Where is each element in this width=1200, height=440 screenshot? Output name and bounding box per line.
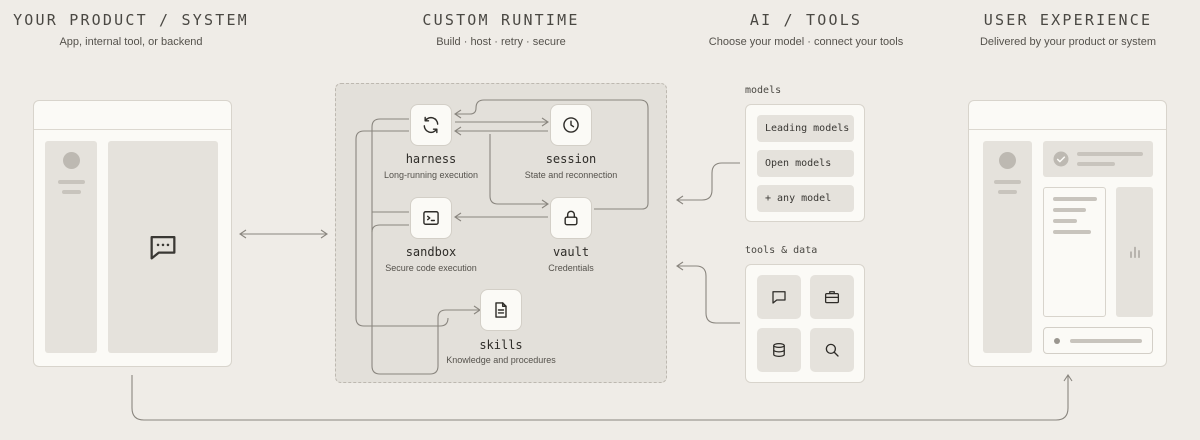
ux-status-card — [1043, 141, 1153, 177]
vault-node[interactable] — [550, 197, 592, 239]
database-icon — [773, 342, 785, 358]
connector-models-runtime — [677, 162, 740, 201]
user-experience-window — [968, 100, 1167, 367]
sandbox-node[interactable] — [410, 197, 452, 239]
skills-node[interactable] — [480, 289, 522, 331]
vault-desc: Credentials — [548, 263, 594, 273]
ux-content-card — [1043, 187, 1106, 317]
sidebar-line — [998, 190, 1017, 194]
ux-app-topbar — [969, 101, 1166, 130]
briefcase-icon — [824, 291, 840, 304]
connector-product-user-experience — [131, 375, 1069, 421]
tool-search[interactable] — [810, 328, 854, 372]
content-line — [1053, 219, 1077, 223]
connector-tools-runtime — [677, 265, 740, 324]
check-circle-icon — [1053, 151, 1069, 167]
lock-icon — [564, 210, 578, 226]
sidebar-line — [994, 180, 1021, 184]
content-line — [1053, 230, 1091, 234]
search-icon — [825, 343, 839, 357]
input-dot — [1054, 338, 1060, 344]
document-icon — [495, 302, 507, 318]
connector-harness-vault — [489, 134, 548, 205]
clock-icon — [563, 117, 579, 133]
terminal-icon — [423, 211, 439, 225]
tool-chat[interactable] — [757, 275, 801, 319]
harness-node[interactable] — [410, 104, 452, 146]
vault-name: vault — [552, 245, 590, 259]
chat-icon — [772, 291, 786, 304]
session-name: session — [545, 152, 597, 166]
models-label: models — [745, 85, 782, 96]
sandbox-desc: Secure code execution — [385, 263, 477, 273]
bar-chart-icon — [1129, 246, 1140, 258]
skills-name: skills — [479, 338, 523, 352]
connector-left-sandbox-2 — [371, 224, 409, 233]
harness-name: harness — [405, 152, 457, 166]
skills-desc: Knowledge and procedures — [446, 355, 556, 365]
model-option-leading[interactable]: Leading models — [757, 115, 854, 142]
status-line — [1077, 162, 1115, 166]
content-line — [1053, 197, 1097, 201]
status-line — [1077, 152, 1143, 156]
sandbox-name: sandbox — [405, 245, 457, 259]
session-desc: State and reconnection — [524, 170, 618, 180]
tool-database[interactable] — [757, 328, 801, 372]
ux-app-sidebar — [983, 141, 1032, 353]
content-line — [1053, 208, 1086, 212]
harness-desc: Long-running execution — [383, 170, 479, 180]
tools-label: tools & data — [745, 245, 818, 256]
tool-briefcase[interactable] — [810, 275, 854, 319]
refresh-icon — [423, 116, 439, 134]
avatar — [999, 152, 1016, 169]
model-option-any[interactable]: + any model — [757, 185, 854, 212]
ux-input-bar[interactable] — [1043, 327, 1153, 354]
model-option-open[interactable]: Open models — [757, 150, 854, 177]
ux-chart-card — [1116, 187, 1153, 317]
input-line — [1070, 339, 1142, 343]
session-node[interactable] — [550, 104, 592, 146]
